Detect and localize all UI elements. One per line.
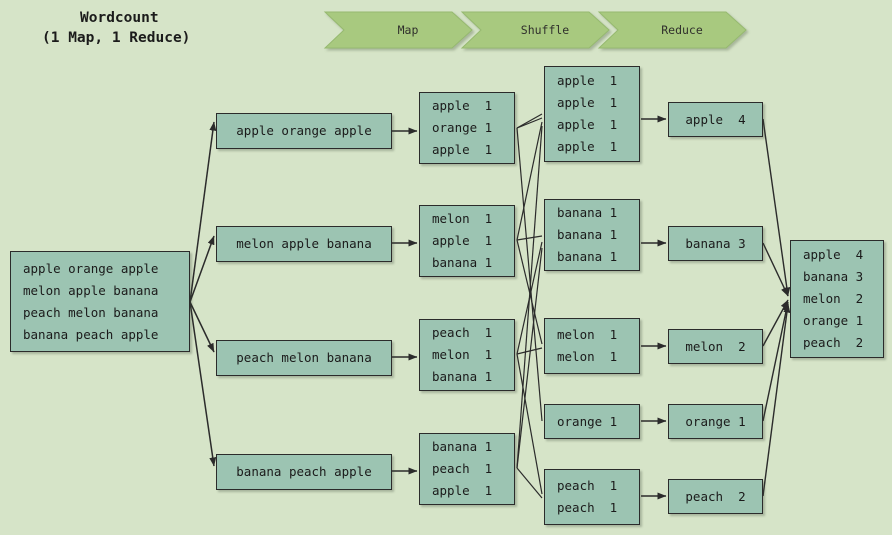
kv-pair: orange 1 [803, 313, 864, 328]
kv-pair: peach 1 [557, 478, 618, 493]
kv-pair: melon 1 [432, 347, 493, 362]
map-output-box[interactable]: apple 1 orange 1 apple 1 [419, 92, 515, 164]
kv-pair: apple 1 [557, 95, 618, 110]
kv-pair: banana 3 [685, 235, 746, 251]
kv-pair: banana 1 [432, 255, 493, 270]
kv-pair: melon 2 [803, 291, 864, 306]
input-document-box[interactable]: apple orange apple melon apple banana pe… [10, 251, 190, 352]
kv-pair: melon 1 [432, 211, 493, 226]
phase-label-reduce: Reduce [661, 23, 703, 37]
map-output-box[interactable]: banana 1 peach 1 apple 1 [419, 433, 515, 505]
input-line: banana peach apple [23, 326, 159, 342]
page-subtitle: (1 Map, 1 Reduce) [42, 30, 191, 46]
kv-pair: apple 1 [432, 142, 493, 157]
kv-pair: banana 1 [557, 249, 618, 264]
reduce-output-box[interactable]: apple 4 [668, 102, 763, 137]
kv-pair: orange 1 [685, 413, 746, 429]
kv-pair: banana 1 [557, 227, 618, 242]
kv-pair: banana 3 [803, 269, 864, 284]
page-title: Wordcount [80, 10, 159, 26]
kv-pair: apple 4 [685, 111, 746, 127]
kv-pair: apple 1 [432, 483, 493, 498]
split-box[interactable]: peach melon banana [216, 340, 392, 376]
split-box[interactable]: banana peach apple [216, 454, 392, 490]
edges-input-to-splits [189, 121, 217, 467]
edges-reduce-to-output [762, 118, 791, 497]
kv-pair: apple 1 [557, 73, 618, 88]
input-line: melon apple banana [23, 282, 159, 298]
reduce-output-box[interactable]: banana 3 [668, 226, 763, 261]
edges-map-to-shuffle [516, 113, 543, 499]
kv-pair: orange 1 [557, 413, 618, 429]
kv-pair: peach 1 [432, 325, 493, 340]
shuffle-group-box[interactable]: apple 1 apple 1 apple 1 apple 1 [544, 66, 640, 162]
input-line: peach melon banana [23, 304, 159, 320]
split-text: banana peach apple [236, 464, 372, 479]
reduce-output-box[interactable]: peach 2 [668, 479, 763, 514]
kv-pair: orange 1 [432, 120, 493, 135]
reduce-output-box[interactable]: orange 1 [668, 404, 763, 439]
split-box[interactable]: apple orange apple [216, 113, 392, 149]
kv-pair: banana 1 [432, 439, 493, 454]
final-output-box[interactable]: apple 4 banana 3 melon 2 orange 1 peach … [790, 240, 884, 358]
split-text: peach melon banana [236, 350, 372, 365]
kv-pair: melon 1 [557, 349, 618, 364]
kv-pair: apple 4 [803, 247, 864, 262]
reduce-output-box[interactable]: melon 2 [668, 329, 763, 364]
split-text: melon apple banana [236, 236, 372, 251]
kv-pair: melon 1 [557, 327, 618, 342]
edges-splits-to-map [392, 127, 418, 475]
kv-pair: apple 1 [557, 117, 618, 132]
kv-pair: peach 1 [432, 461, 493, 476]
map-output-box[interactable]: melon 1 apple 1 banana 1 [419, 205, 515, 277]
kv-pair: peach 2 [803, 335, 864, 350]
split-text: apple orange apple [236, 123, 372, 138]
edges-shuffle-to-reduce [641, 115, 667, 500]
phase-label-shuffle: Shuffle [520, 23, 570, 37]
map-output-box[interactable]: peach 1 melon 1 banana 1 [419, 319, 515, 391]
shuffle-group-box[interactable]: orange 1 [544, 404, 640, 439]
kv-pair: melon 2 [685, 338, 746, 354]
shuffle-group-box[interactable]: melon 1 melon 1 [544, 318, 640, 374]
kv-pair: apple 1 [432, 233, 493, 248]
split-box[interactable]: melon apple banana [216, 226, 392, 262]
kv-pair: peach 1 [557, 500, 618, 515]
phase-label-map: Map [397, 23, 419, 37]
kv-pair: peach 2 [685, 488, 746, 504]
kv-pair: apple 1 [432, 98, 493, 113]
kv-pair: banana 1 [557, 205, 618, 220]
kv-pair: banana 1 [432, 369, 493, 384]
input-line: apple orange apple [23, 260, 159, 276]
shuffle-group-box[interactable]: peach 1 peach 1 [544, 469, 640, 525]
shuffle-group-box[interactable]: banana 1 banana 1 banana 1 [544, 199, 640, 271]
kv-pair: apple 1 [557, 139, 618, 154]
diagram-canvas: Wordcount (1 Map, 1 Reduce) Map Shuffle … [0, 0, 892, 535]
